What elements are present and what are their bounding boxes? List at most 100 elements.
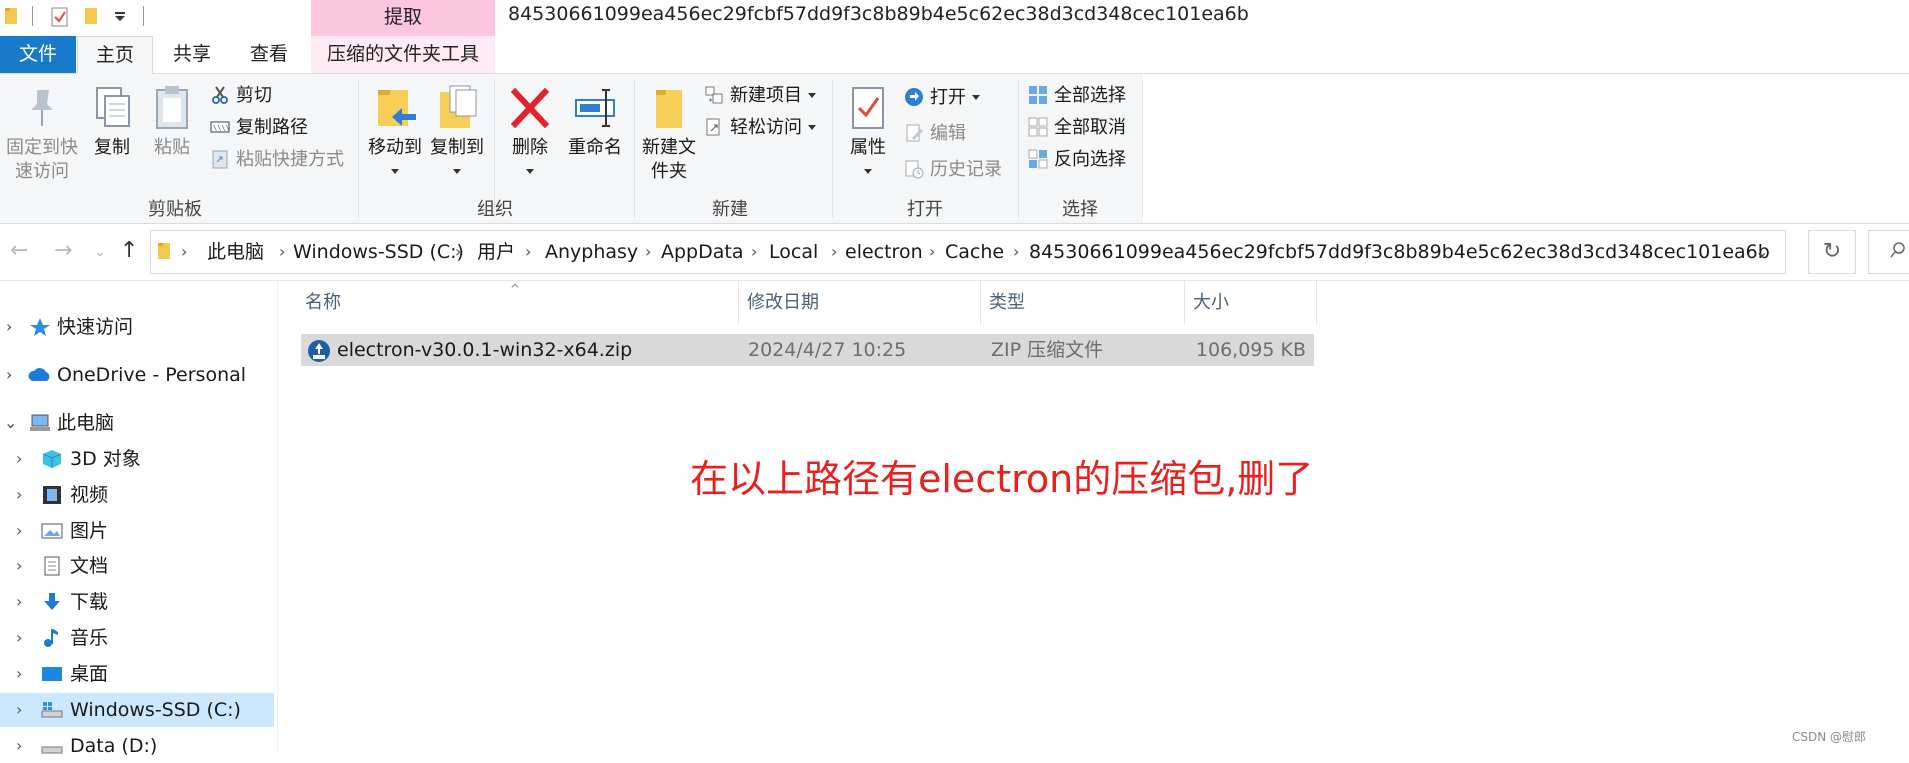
- tree-item-3d-objects[interactable]: › 3D 对象: [0, 442, 274, 476]
- expand-chevron-icon[interactable]: ›: [16, 514, 22, 548]
- file-size: 106,095 KB: [1195, 339, 1306, 361]
- edit-label: 编辑: [930, 123, 966, 144]
- tree-item-drive-c[interactable]: › Windows-SSD (C:): [0, 693, 274, 727]
- expand-chevron-icon[interactable]: ›: [16, 478, 22, 512]
- address-bar[interactable]: › 此电脑 › Windows-SSD (C:) › 用户 › Anyphasy…: [150, 230, 1786, 274]
- select-all-label: 全部选择: [1054, 85, 1126, 106]
- easy-access-button[interactable]: 轻松访问: [704, 116, 816, 140]
- tab-view[interactable]: 查看: [232, 36, 306, 73]
- cut-button[interactable]: 剪切: [210, 84, 272, 108]
- move-to-button[interactable]: 移动到: [364, 84, 426, 184]
- cube-icon: [41, 449, 63, 469]
- back-arrow-icon[interactable]: ←: [10, 238, 28, 263]
- select-none-label: 全部取消: [1054, 117, 1126, 138]
- column-header-type[interactable]: 类型: [983, 281, 1185, 325]
- breadcrumb-user-anyphasy[interactable]: Anyphasy: [545, 231, 638, 273]
- new-folder-button[interactable]: 新建文件夹: [638, 84, 700, 184]
- computer-icon: [29, 413, 51, 433]
- copy-path-icon: \\\\: [210, 117, 230, 137]
- context-header-label: 提取: [383, 6, 422, 28]
- breadcrumb-users[interactable]: 用户: [477, 231, 515, 273]
- breadcrumb-separator: ›: [525, 242, 532, 261]
- invert-selection-button[interactable]: 反向选择: [1028, 148, 1126, 172]
- tree-item-label: 视频: [70, 484, 109, 506]
- forward-arrow-icon[interactable]: →: [54, 238, 72, 263]
- properties-checkmark-icon[interactable]: [50, 6, 70, 28]
- expand-chevron-icon[interactable]: ›: [16, 657, 22, 691]
- expand-chevron-icon[interactable]: ›: [16, 621, 22, 655]
- history-button[interactable]: 历史记录: [904, 158, 1002, 182]
- file-type: ZIP 压缩文件: [991, 339, 1104, 361]
- column-header-name[interactable]: 名称: [299, 281, 739, 325]
- breadcrumb-current-folder[interactable]: 84530661099ea456ec29fcbf57dd9f3c8b89b4e5…: [1029, 231, 1770, 273]
- tree-item-documents[interactable]: › 文档: [0, 549, 274, 583]
- tree-item-label: OneDrive - Personal: [57, 364, 247, 386]
- select-none-button[interactable]: 全部取消: [1028, 116, 1126, 140]
- tree-item-desktop[interactable]: › 桌面: [0, 657, 274, 691]
- breadcrumb-electron[interactable]: electron: [845, 231, 923, 273]
- expand-chevron-icon[interactable]: ›: [16, 442, 22, 476]
- paste-button[interactable]: 粘贴: [144, 84, 200, 160]
- recent-locations-chevron-icon[interactable]: ⌄: [94, 244, 106, 260]
- breadcrumb-appdata[interactable]: AppData: [661, 231, 744, 273]
- clipboard-icon: [149, 84, 195, 132]
- new-folder-icon[interactable]: [84, 6, 104, 28]
- expand-chevron-icon[interactable]: ›: [6, 358, 12, 392]
- column-header-date-modified[interactable]: 修改日期: [741, 281, 981, 325]
- tree-item-music[interactable]: › 音乐: [0, 621, 274, 655]
- expand-chevron-icon[interactable]: ›: [16, 585, 22, 619]
- breadcrumb-this-pc[interactable]: 此电脑: [207, 231, 264, 273]
- tab-compressed-folder-tools[interactable]: 压缩的文件夹工具: [311, 36, 495, 73]
- pin-quick-access-label: 固定到快速访问: [6, 137, 78, 182]
- breadcrumb-drive-c[interactable]: Windows-SSD (C:): [293, 231, 464, 273]
- pin-quick-access-button[interactable]: 固定到快速访问: [2, 84, 82, 184]
- new-item-button[interactable]: 新建项目: [704, 84, 816, 108]
- file-row[interactable]: electron-v30.0.1-win32-x64.zip 2024/4/27…: [301, 334, 1314, 366]
- rename-button[interactable]: 重命名: [562, 84, 628, 160]
- open-button[interactable]: 打开: [904, 86, 980, 110]
- search-icon: [1889, 241, 1907, 263]
- expand-chevron-icon[interactable]: ›: [16, 729, 22, 763]
- folder-icon[interactable]: [4, 6, 24, 28]
- tree-item-quick-access[interactable]: › 快速访问: [0, 310, 274, 344]
- tab-file[interactable]: 文件: [0, 36, 76, 73]
- up-arrow-icon[interactable]: ↑: [120, 238, 138, 263]
- customize-dropdown-icon[interactable]: [113, 8, 133, 30]
- column-header-size[interactable]: 大小: [1187, 281, 1317, 325]
- toolbar-separator: [32, 6, 33, 26]
- tree-item-drive-d[interactable]: › Data (D:): [0, 729, 274, 763]
- expand-chevron-icon[interactable]: ›: [6, 310, 12, 344]
- tree-item-this-pc[interactable]: ⌄ 此电脑: [0, 406, 274, 440]
- expand-chevron-icon[interactable]: ›: [16, 693, 22, 727]
- file-name[interactable]: electron-v30.0.1-win32-x64.zip: [337, 334, 632, 366]
- search-input[interactable]: [1868, 230, 1909, 274]
- properties-button[interactable]: 属性: [840, 84, 896, 184]
- navigation-bar: ← → ⌄ ↑ › 此电脑 › Windows-SSD (C:) › 用户 › …: [0, 224, 1909, 281]
- tree-item-onedrive[interactable]: › OneDrive - Personal: [0, 358, 274, 392]
- address-history-chevron-icon[interactable]: ⌄: [1755, 231, 1768, 273]
- annotation-text: 在以上路径有electron的压缩包,删了: [690, 457, 1314, 501]
- tree-item-videos[interactable]: › 视频: [0, 478, 274, 512]
- copy-to-button[interactable]: 复制到: [426, 84, 488, 184]
- expand-chevron-icon[interactable]: ›: [16, 549, 22, 583]
- new-folder-big-icon: [646, 84, 692, 132]
- refresh-icon[interactable]: ↻: [1808, 230, 1856, 274]
- scissors-icon: [210, 85, 230, 105]
- tab-share[interactable]: 共享: [156, 36, 228, 73]
- copy-button[interactable]: 复制: [84, 84, 140, 160]
- breadcrumb-separator: ›: [751, 242, 758, 261]
- edit-button[interactable]: 编辑: [904, 122, 966, 146]
- move-to-icon: [372, 84, 418, 132]
- breadcrumb-cache[interactable]: Cache: [945, 231, 1004, 273]
- tree-item-pictures[interactable]: › 图片: [0, 514, 274, 548]
- breadcrumb-local[interactable]: Local: [769, 231, 818, 273]
- collapse-chevron-icon[interactable]: ⌄: [4, 406, 17, 440]
- delete-button[interactable]: 删除: [502, 84, 558, 184]
- tree-item-downloads[interactable]: › 下载: [0, 585, 274, 619]
- select-all-button[interactable]: 全部选择: [1028, 84, 1126, 108]
- paste-label: 粘贴: [154, 137, 190, 158]
- copy-path-button[interactable]: \\\\ 复制路径: [210, 116, 308, 140]
- paste-shortcut-button[interactable]: 粘贴快捷方式: [210, 148, 344, 172]
- copy-to-label: 复制到: [430, 137, 484, 158]
- tab-home[interactable]: 主页: [77, 36, 153, 75]
